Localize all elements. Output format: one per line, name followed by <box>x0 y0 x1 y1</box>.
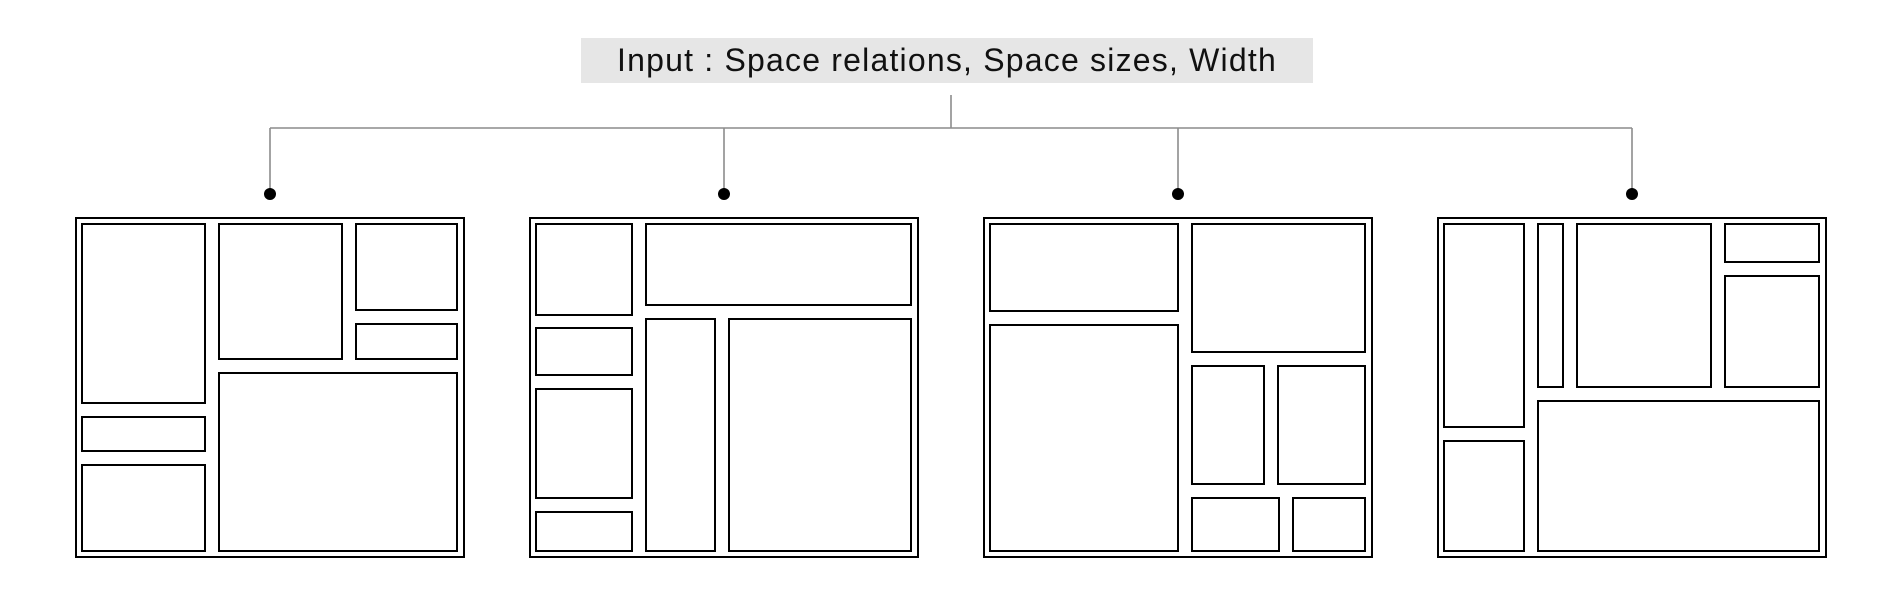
room <box>1191 365 1265 485</box>
room <box>1191 223 1366 353</box>
room <box>1576 223 1712 388</box>
room <box>989 223 1179 312</box>
layout-option-3 <box>983 217 1373 558</box>
input-label: Input : Space relations, Space sizes, Wi… <box>581 38 1313 83</box>
room <box>1443 440 1525 552</box>
room <box>218 372 458 552</box>
room <box>1277 365 1366 485</box>
layout-option-2 <box>529 217 919 558</box>
room <box>1724 223 1820 263</box>
room <box>728 318 912 552</box>
connector-node-1 <box>264 188 276 200</box>
layout-boundary <box>75 217 465 558</box>
connector-node-4 <box>1626 188 1638 200</box>
room <box>989 324 1179 552</box>
input-label-text: Input : Space relations, Space sizes, Wi… <box>617 42 1277 78</box>
room <box>1191 497 1280 552</box>
layout-option-4 <box>1437 217 1827 558</box>
connector-nodes <box>264 188 1638 200</box>
room <box>355 223 458 311</box>
room <box>81 464 206 552</box>
connector-tree <box>269 95 1633 194</box>
room <box>1443 223 1525 428</box>
connector-node-2 <box>718 188 730 200</box>
room <box>535 327 633 376</box>
room <box>1724 275 1820 388</box>
room <box>1292 497 1366 552</box>
room <box>1537 223 1564 388</box>
layout-boundary <box>529 217 919 558</box>
room <box>355 323 458 360</box>
room <box>1537 400 1820 552</box>
room <box>218 223 343 360</box>
room <box>535 388 633 499</box>
room <box>81 223 206 404</box>
room <box>535 223 633 316</box>
layout-option-1 <box>75 217 465 558</box>
room <box>645 318 716 552</box>
room <box>535 511 633 552</box>
room <box>645 223 912 306</box>
room <box>81 416 206 452</box>
connector-node-3 <box>1172 188 1184 200</box>
layout-generation-diagram: Input : Space relations, Space sizes, Wi… <box>75 38 1827 558</box>
